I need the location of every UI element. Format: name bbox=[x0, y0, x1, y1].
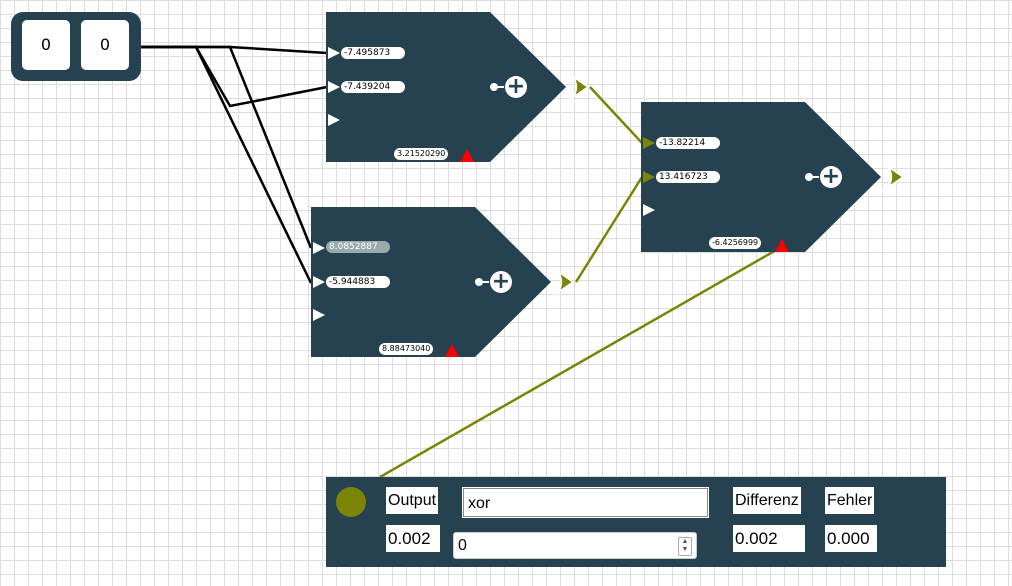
spinner-icon[interactable]: ▲ ▼ bbox=[678, 537, 692, 556]
neuron-1-weight-1[interactable]: -7.495873 bbox=[341, 47, 405, 59]
wire-n2-to-n3 bbox=[574, 176, 644, 283]
output-value: 0.002 bbox=[386, 525, 440, 552]
neuron-2-weight-2[interactable]: -5.944883 bbox=[326, 276, 390, 288]
wire-input-to-n2-w2 bbox=[141, 45, 313, 284]
neuron-3[interactable]: -13.82214 13.416723 -6.4256999 + bbox=[641, 102, 911, 252]
neuron-1-sum-icon: + bbox=[505, 74, 527, 99]
fehler-label: Fehler bbox=[825, 487, 875, 514]
neuron-1-bias[interactable]: 3.21520290 bbox=[394, 148, 449, 160]
output-panel: Output 0.002 xor 0 ▲ ▼ Differenz 0.002 Fe… bbox=[326, 477, 946, 567]
neuron-2[interactable]: 8.0852887 -5.944883 8.88473040 + bbox=[311, 207, 581, 357]
neuron-3-sum-icon: + bbox=[820, 164, 842, 189]
differenz-label: Differenz bbox=[733, 487, 801, 514]
neuron-2-bias[interactable]: 8.88473040 bbox=[379, 343, 434, 355]
differenz-value: 0.002 bbox=[733, 525, 805, 552]
neuron-3-weight-1[interactable]: -13.82214 bbox=[656, 137, 720, 149]
input-cell-2[interactable]: 0 bbox=[81, 20, 129, 70]
input-cell-1[interactable]: 0 bbox=[22, 20, 70, 70]
output-label: Output bbox=[386, 487, 439, 514]
wire-input-to-n2-w1 bbox=[141, 45, 313, 249]
input-box: 0 0 bbox=[11, 12, 141, 81]
neuron-3-weight-2[interactable]: 13.416723 bbox=[656, 171, 720, 183]
neuron-2-sum-icon: + bbox=[490, 269, 512, 294]
target-input-value: 0 bbox=[458, 537, 467, 554]
output-indicator-icon bbox=[336, 487, 366, 517]
neuron-3-bias[interactable]: -6.4256999 bbox=[709, 237, 762, 249]
target-input[interactable]: 0 ▲ ▼ bbox=[453, 532, 697, 559]
fehler-value: 0.000 bbox=[825, 525, 877, 552]
neuron-1-weight-2[interactable]: -7.439204 bbox=[341, 81, 405, 93]
name-field[interactable]: xor bbox=[462, 487, 709, 518]
neuron-1[interactable]: -7.495873 -7.439204 3.21520290 + bbox=[326, 12, 596, 162]
wire-n1-to-n3 bbox=[589, 86, 643, 144]
neuron-2-weight-1[interactable]: 8.0852887 bbox=[326, 241, 390, 253]
